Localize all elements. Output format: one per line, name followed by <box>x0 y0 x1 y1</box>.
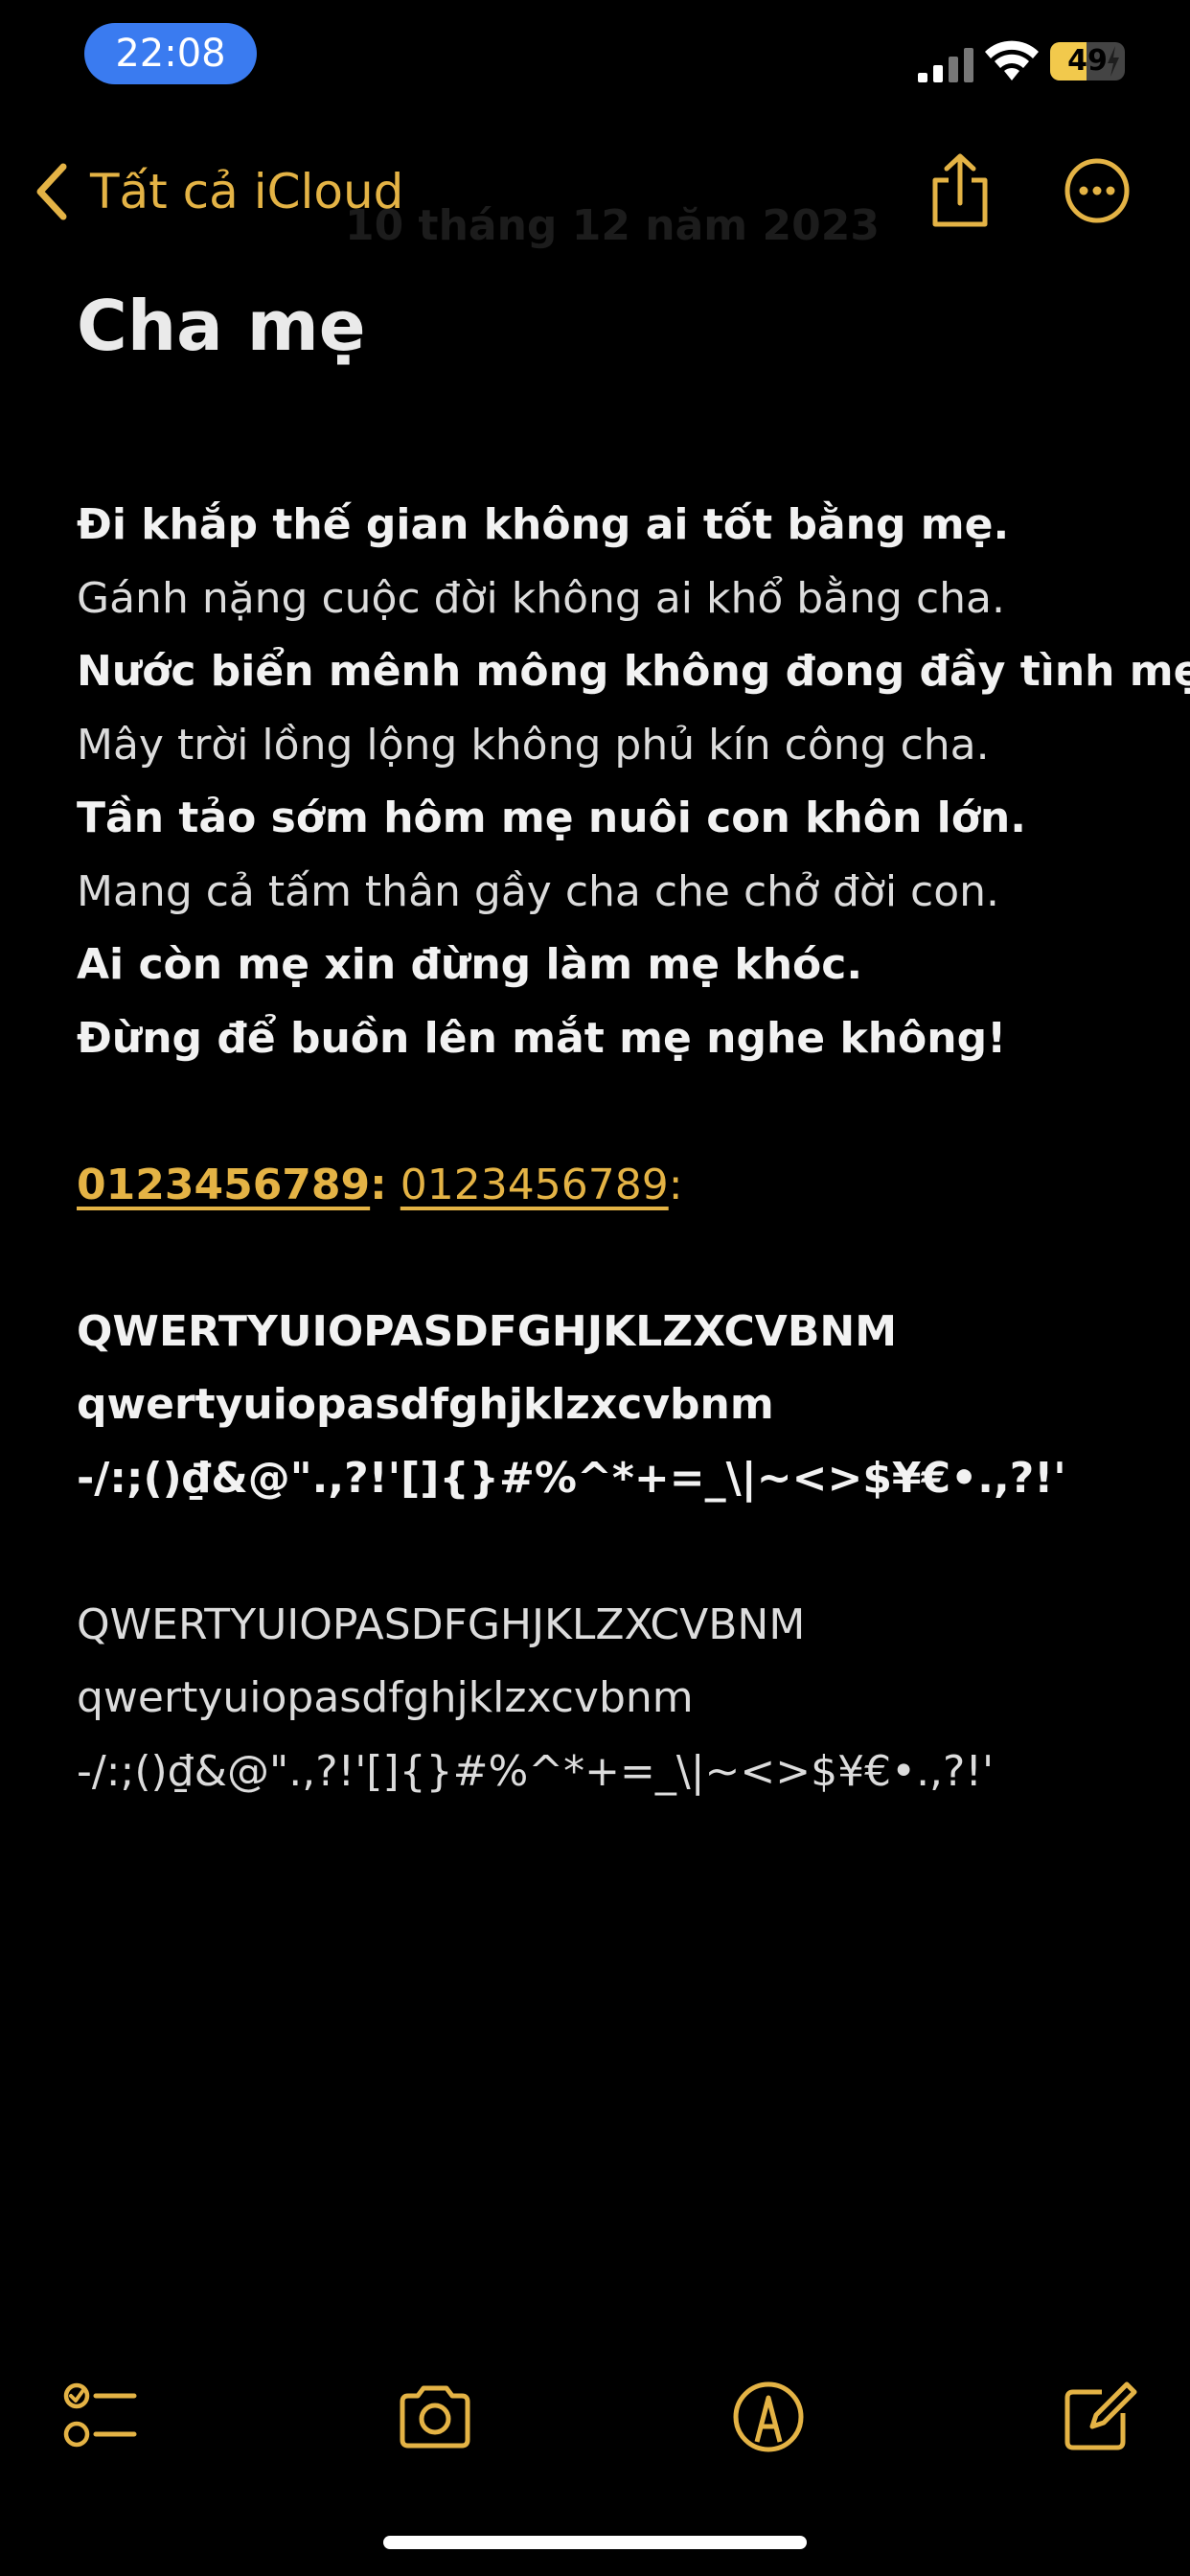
phone-line: 0123456789: 0123456789: <box>77 1149 1131 1223</box>
note-title[interactable]: Cha mẹ <box>77 278 1131 374</box>
poem-line[interactable]: Mang cả tấm thân gầy cha che chở đời con… <box>77 856 1131 930</box>
colon: : <box>668 1160 683 1209</box>
light-uppercase-line[interactable]: QWERTYUIOPASDFGHJKLZXCVBNM <box>77 1589 1131 1663</box>
checklist-icon[interactable] <box>59 2377 140 2457</box>
poem-line[interactable]: Gánh nặng cuộc đời không ai khổ bằng cha… <box>77 563 1131 636</box>
note-body[interactable]: Cha mẹ Đi khắp thế gian không ai tốt bằn… <box>77 278 1190 1809</box>
phone-link-bold[interactable]: 0123456789 <box>77 1161 370 1209</box>
note-date-ghost: 10 tháng 12 năm 2023 <box>345 201 880 250</box>
colon-bold: : <box>370 1160 387 1209</box>
poem-line[interactable]: Tần tảo sớm hôm mẹ nuôi con khôn lớn. <box>77 782 1131 856</box>
poem-line[interactable]: Nước biển mênh mông không đong đầy tình … <box>77 635 1190 709</box>
more-icon[interactable] <box>1064 157 1131 224</box>
poem-line[interactable]: Ai còn mẹ xin đừng làm mẹ khóc. <box>77 929 1131 1002</box>
bold-lowercase-line[interactable]: qwertyuiopasdfghjklzxcvbnm <box>77 1368 1131 1442</box>
bold-symbols-line[interactable]: -/:;()₫&@".,?!'[]{}#%^*+=_\|~<>$¥€•.,?!' <box>77 1442 1131 1516</box>
wifi-icon <box>985 40 1039 80</box>
battery-charging-icon: 49 <box>1050 42 1125 80</box>
chevron-left-icon <box>36 163 67 220</box>
light-lowercase-line[interactable]: qwertyuiopasdfghjklzxcvbnm <box>77 1662 1131 1736</box>
charging-bolt-icon <box>1108 46 1119 77</box>
nav-bar: 10 tháng 12 năm 2023 Tất cả iCloud <box>0 144 1190 250</box>
bottom-toolbar <box>0 2367 1190 2463</box>
light-symbols-line[interactable]: -/:;()₫&@".,?!'[]{}#%^*+=_\|~<>$¥€•.,?!' <box>77 1736 1131 1809</box>
phone-link[interactable]: 0123456789 <box>400 1161 669 1209</box>
bold-uppercase-line[interactable]: QWERTYUIOPASDFGHJKLZXCVBNM <box>77 1296 1131 1369</box>
share-icon[interactable] <box>927 153 993 230</box>
home-indicator[interactable] <box>383 2536 807 2549</box>
camera-icon[interactable] <box>395 2377 475 2457</box>
back-button[interactable]: Tất cả iCloud <box>34 153 403 230</box>
poem-line[interactable]: Đừng để buồn lên mắt mẹ nghe không! <box>77 1002 1131 1076</box>
status-bar: 22:08 49 <box>0 0 1190 125</box>
poem-line[interactable]: Đi khắp thế gian không ai tốt bằng mẹ. <box>77 489 1131 563</box>
status-time[interactable]: 22:08 <box>84 23 257 84</box>
cellular-signal-icon <box>918 48 973 82</box>
poem-line[interactable]: Mây trời lồng lộng không phủ kín công ch… <box>77 709 1131 783</box>
markup-pen-icon[interactable] <box>728 2377 809 2457</box>
compose-icon[interactable] <box>1058 2377 1138 2457</box>
back-button-label: Tất cả iCloud <box>90 164 404 219</box>
